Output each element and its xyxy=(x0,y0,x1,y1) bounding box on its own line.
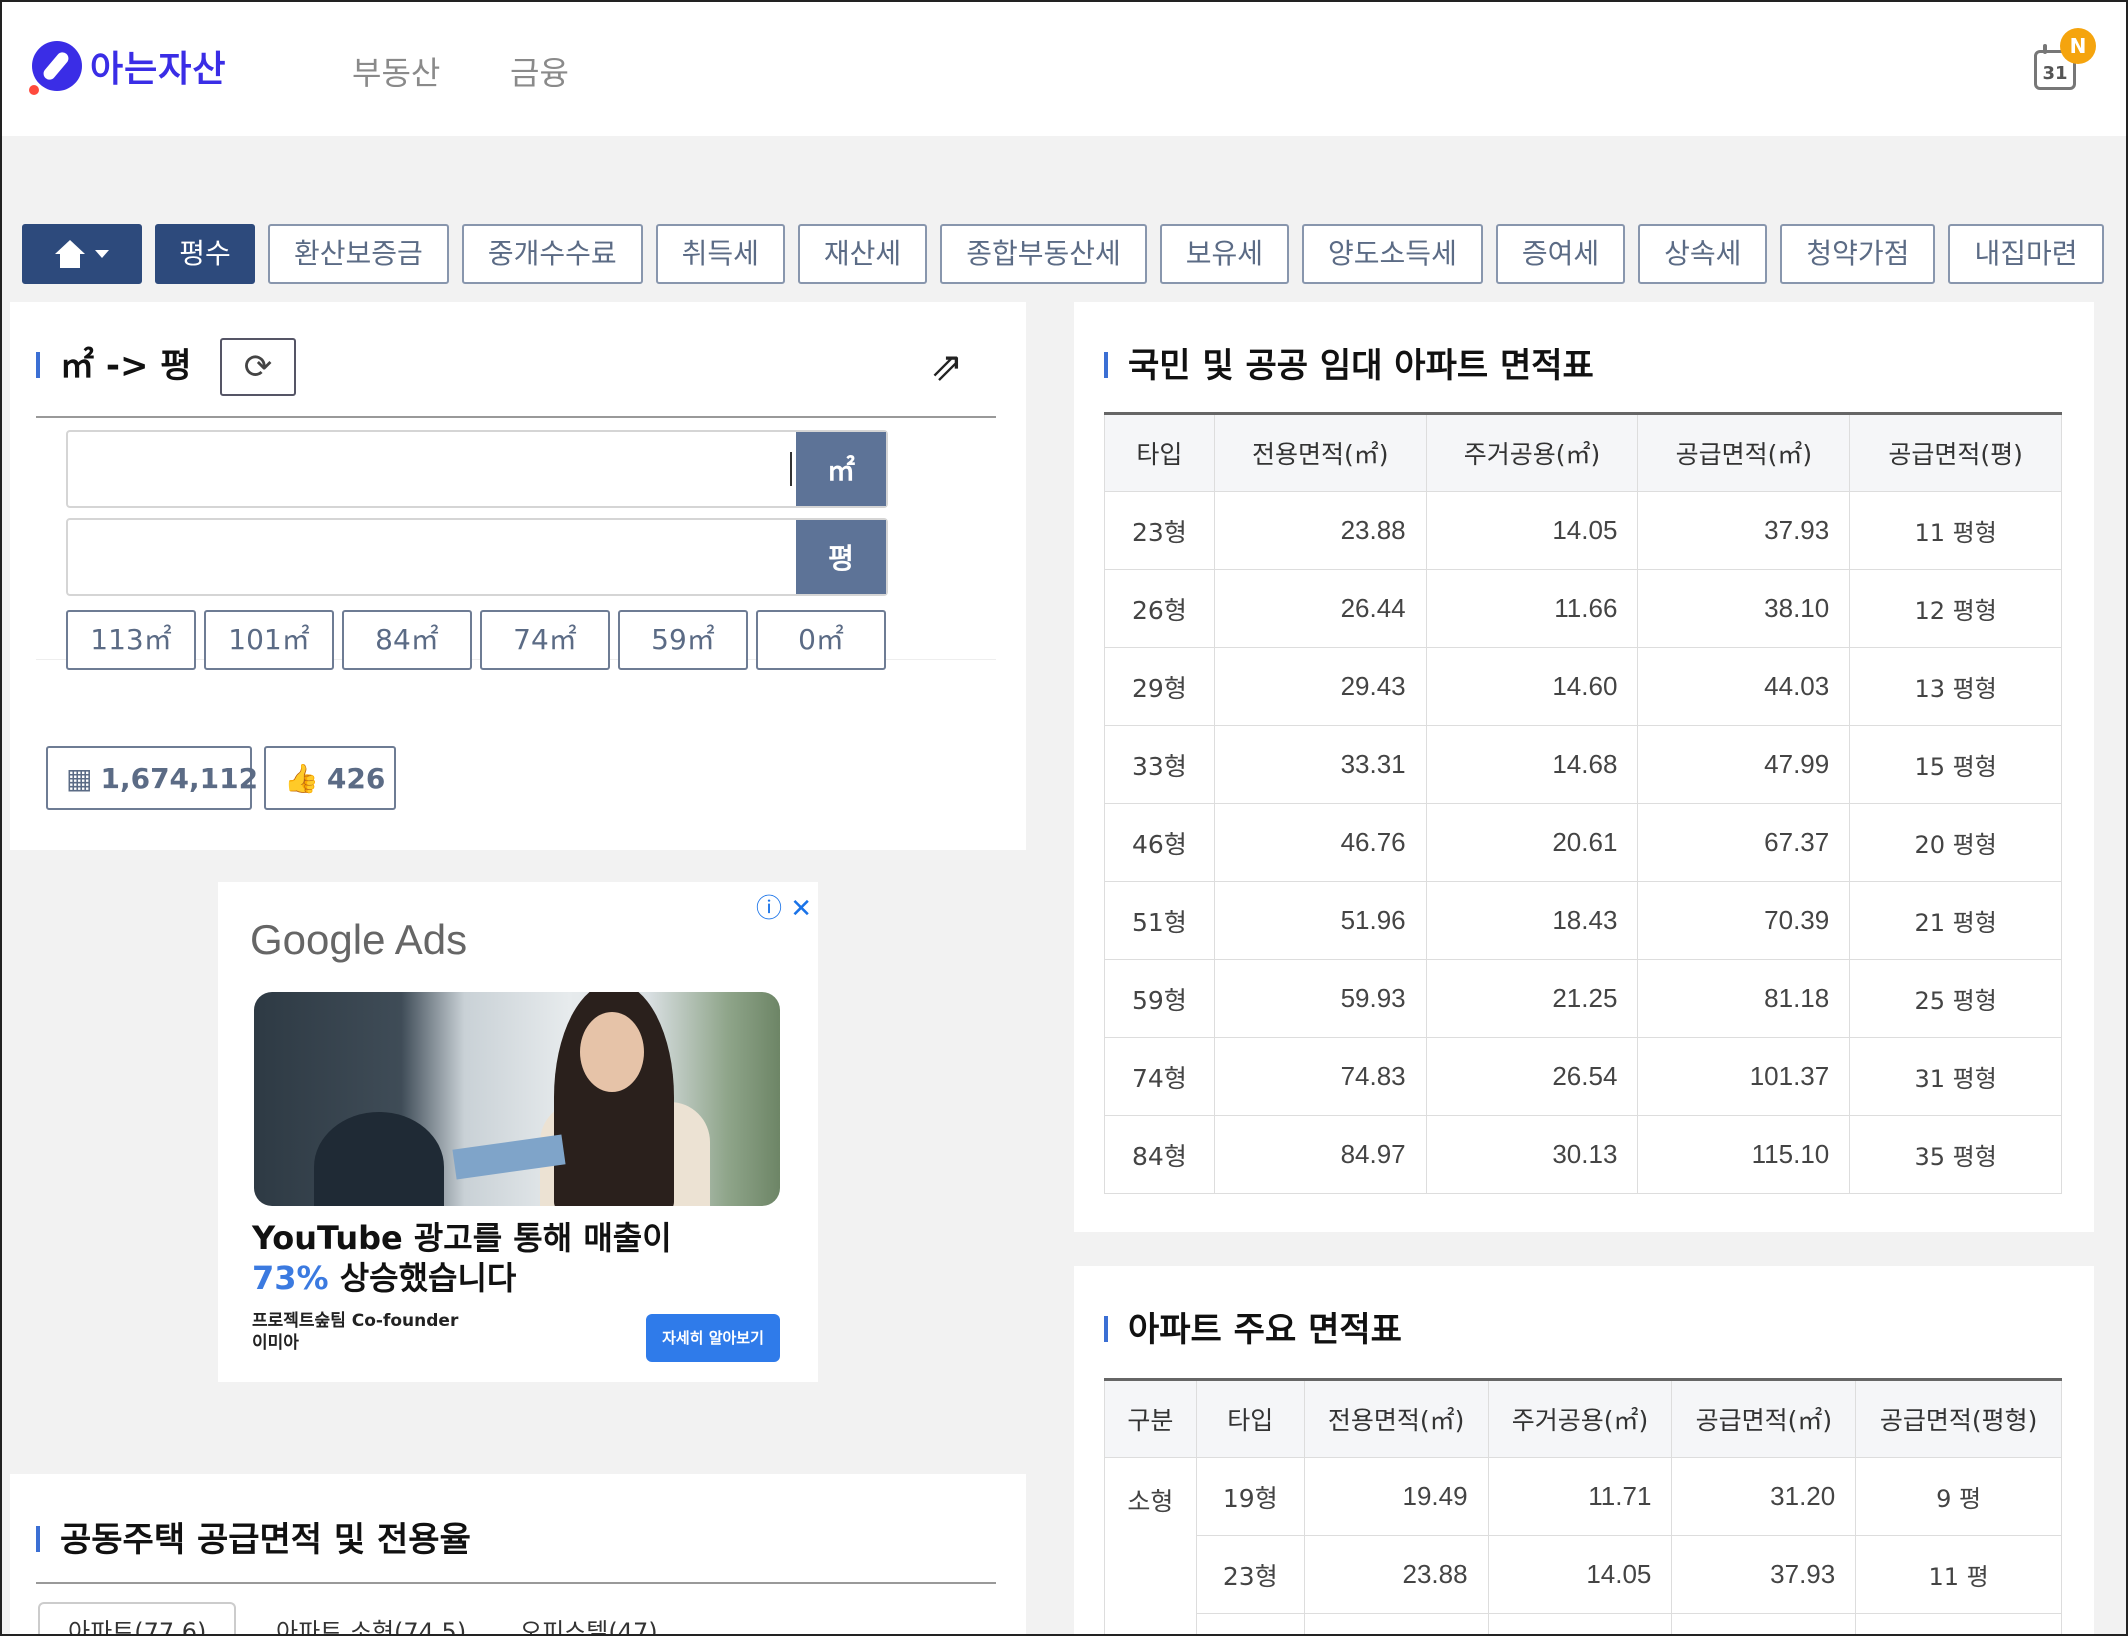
tab-inheritance-tax[interactable]: 상속세 xyxy=(1638,224,1768,284)
tab-comprehensive-tax[interactable]: 종합부동산세 xyxy=(940,224,1147,284)
col-supply-pyeong: 공급면적(평형) xyxy=(1855,1379,2062,1458)
table-row: 33형 33.31 14.68 47.99 15 평형 xyxy=(1104,725,2062,804)
apartment-area-table-title: 아파트 주요 면적표 xyxy=(1104,1302,1402,1351)
ad-headline: YouTube 광고를 통해 매출이 73% 상승했습니다 xyxy=(252,1219,672,1297)
top-header: 아는자산 부동산 금융 31 N xyxy=(2,2,2126,136)
col-supply-area: 공급면적(㎡) xyxy=(1637,413,1851,492)
table-row: 23형 23.88 14.05 37.93 11 평 xyxy=(1105,1535,2062,1614)
converter-title: ㎡ -> 평 xyxy=(36,338,192,387)
table-header-row: 타입 전용면적(㎡) 주거공용(㎡) 공급면적(㎡) 공급면적(평) xyxy=(1104,413,2062,492)
col-type: 타입 xyxy=(1104,413,1215,492)
ad-info-close-icon[interactable]: ⓘ ✕ xyxy=(756,888,812,925)
col-exclusive-area: 전용면적(㎡) xyxy=(1213,413,1427,492)
preset-buttons: 113㎡ 101㎡ 84㎡ 74㎡ 59㎡ 0㎡ xyxy=(66,610,886,670)
logo-text: 아는자산 xyxy=(90,49,227,90)
m2-input[interactable] xyxy=(68,432,796,506)
like-button[interactable]: 👍 426 xyxy=(264,746,396,810)
col-supply-pyeong: 공급면적(평) xyxy=(1849,413,2062,492)
supply-area-card: 공동주택 공급면적 및 전용율 아파트(77.6) 아파트 소형(74.5) 오… xyxy=(10,1474,1026,1634)
calculator-icon: ▦ xyxy=(66,761,93,795)
public-rental-area-card: 국민 및 공공 임대 아파트 면적표 타입 전용면적(㎡) 주거공용(㎡) 공급… xyxy=(1074,302,2094,1232)
nav-real-estate[interactable]: 부동산 xyxy=(352,48,440,94)
col-exclusive-area: 전용면적(㎡) xyxy=(1303,1379,1489,1458)
tab-gift-tax[interactable]: 증여세 xyxy=(1495,224,1626,284)
tab-pyeong[interactable]: 평수 xyxy=(155,224,255,284)
ad-brand: Google Ads xyxy=(250,916,468,963)
col-supply-area: 공급면적(㎡) xyxy=(1671,1379,1857,1458)
table-row: 51형 51.96 18.43 70.39 21 평형 xyxy=(1104,881,2062,960)
tab-acquisition-tax[interactable]: 취득세 xyxy=(655,224,785,284)
table-row: 74형 74.83 26.54 101.37 31 평형 xyxy=(1104,1037,2062,1116)
ad-image xyxy=(254,992,780,1206)
col-common-area: 주거공용(㎡) xyxy=(1425,413,1639,492)
tab-capital-gains-tax[interactable]: 양도소득세 xyxy=(1302,224,1483,284)
preset-0[interactable]: 0㎡ xyxy=(756,610,886,670)
table-row: 26형 26.44 11.66 38.10 12 평형 xyxy=(1104,569,2062,648)
tab-apartment-small[interactable]: 아파트 소형(74.5) xyxy=(246,1602,496,1634)
public-rental-table-title: 국민 및 공공 임대 아파트 면적표 xyxy=(1104,338,1594,387)
home-icon xyxy=(55,240,85,268)
notification-badge: N xyxy=(2060,28,2096,64)
tab-home-purchase[interactable]: 내집마련 xyxy=(1948,224,2104,284)
table-row: 84형 84.97 30.13 115.10 35 평형 xyxy=(1104,1115,2062,1194)
thumbs-up-icon: 👍 xyxy=(284,761,319,795)
pyeong-unit-label: 평 xyxy=(796,520,886,594)
table-row: 59형 59.93 21.25 81.18 25 평형 xyxy=(1104,959,2062,1038)
caret-down-icon xyxy=(95,250,109,258)
tab-subscription-score[interactable]: 청약가점 xyxy=(1780,224,1936,284)
m2-input-row: ㎡ xyxy=(66,430,888,508)
col-type: 타입 xyxy=(1195,1379,1305,1458)
ad-cta-button[interactable]: 자세히 알아보기 xyxy=(646,1314,780,1362)
col-category: 구분 xyxy=(1104,1379,1197,1458)
google-ad[interactable]: ⓘ ✕ Google Ads YouTube 광고를 통해 매출이 73% 상승… xyxy=(218,882,818,1382)
table-header-row: 구분 타입 전용면적(㎡) 주거공용(㎡) 공급면적(㎡) 공급면적(평형) xyxy=(1104,1379,2062,1458)
public-rental-area-table: 타입 전용면적(㎡) 주거공용(㎡) 공급면적(㎡) 공급면적(평) 23형 23… xyxy=(1104,412,2062,1194)
m2-unit-label: ㎡ xyxy=(796,432,886,506)
tab-officetel[interactable]: 오피스텔(47) xyxy=(490,1602,688,1634)
apartment-area-table: 구분 타입 전용면적(㎡) 주거공용(㎡) 공급면적(㎡) 공급면적(평형) 소… xyxy=(1104,1378,2062,1634)
table-row xyxy=(1105,1613,2062,1634)
refresh-button[interactable]: ⟳ xyxy=(220,338,296,396)
preset-113[interactable]: 113㎡ xyxy=(66,610,196,670)
table-row: 소형 19형 19.49 11.71 31.20 9 평 xyxy=(1104,1457,2062,1634)
pyeong-input-row: 평 xyxy=(66,518,888,596)
pyeong-input[interactable] xyxy=(68,520,796,594)
tab-converted-deposit[interactable]: 환산보증금 xyxy=(268,224,449,284)
category-cell: 소형 xyxy=(1104,1457,1197,1634)
supply-area-title: 공동주택 공급면적 및 전용율 xyxy=(36,1512,471,1561)
share-icon[interactable]: ⇗ xyxy=(930,344,964,390)
table-row: 46형 46.76 20.61 67.37 20 평형 xyxy=(1104,803,2062,882)
tab-holding-tax[interactable]: 보유세 xyxy=(1159,224,1290,284)
preset-101[interactable]: 101㎡ xyxy=(204,610,334,670)
view-count-button[interactable]: ▦ 1,674,112 xyxy=(46,746,258,810)
tab-apartment[interactable]: 아파트(77.6) xyxy=(38,1602,237,1634)
tab-brokerage-fee[interactable]: 중개수수료 xyxy=(461,224,643,284)
nav-finance[interactable]: 금융 xyxy=(510,48,569,94)
preset-84[interactable]: 84㎡ xyxy=(342,610,472,670)
logo-mark-icon xyxy=(29,41,82,95)
calculator-tab-bar: 평수 환산보증금 중개수수료 취득세 재산세 종합부동산세 보유세 양도소득세 … xyxy=(22,224,2104,284)
preset-74[interactable]: 74㎡ xyxy=(480,610,610,670)
converter-box: ㎡ 평 113㎡ 101㎡ 84㎡ 74㎡ 59㎡ 0㎡ xyxy=(36,420,996,670)
ad-subtext: 프로젝트숲팀 Co-founder 이미아 xyxy=(252,1311,459,1353)
table-row: 23형 23.88 14.05 37.93 11 평형 xyxy=(1104,491,2062,570)
page: 아는자산 부동산 금융 31 N 평수 환산보증금 중개수수료 취득세 재산세 … xyxy=(0,0,2128,1636)
tab-property-tax[interactable]: 재산세 xyxy=(797,224,928,284)
logo[interactable]: 아는자산 xyxy=(29,40,227,95)
col-common-area: 주거공용(㎡) xyxy=(1487,1379,1673,1458)
preset-59[interactable]: 59㎡ xyxy=(618,610,748,670)
apartment-area-card: 아파트 주요 면적표 구분 타입 전용면적(㎡) 주거공용(㎡) 공급면적(㎡)… xyxy=(1074,1266,2094,1634)
converter-card: ㎡ -> 평 ⟳ ⇗ ㎡ 평 113㎡ 101㎡ 84㎡ 74㎡ 59㎡ 0㎡ … xyxy=(10,302,1026,850)
refresh-icon: ⟳ xyxy=(243,347,273,387)
table-row: 29형 29.43 14.60 44.03 13 평형 xyxy=(1104,647,2062,726)
home-menu-button[interactable] xyxy=(22,224,142,284)
